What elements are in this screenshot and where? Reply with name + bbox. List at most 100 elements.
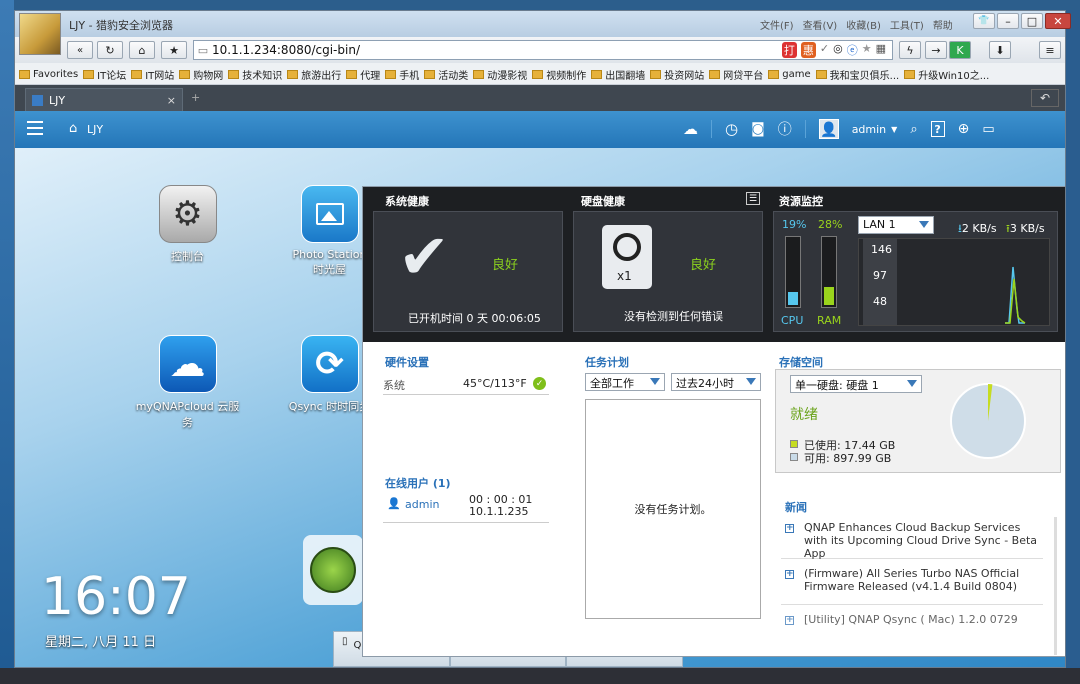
deal-icon[interactable]: 惠 (800, 42, 816, 58)
bookmark-item[interactable]: 视频制作 (532, 67, 586, 82)
system-health-status: 良好 (492, 258, 519, 273)
home-icon[interactable]: ⌂ (129, 41, 155, 59)
safe-icon[interactable]: ◎ (833, 42, 843, 58)
address-bar[interactable]: ▭ 10.1.1.234:8080/cgi-bin/ 打 惠 ✓ ◎ ⓔ ★ ▦ (193, 40, 893, 60)
cloud-icon[interactable]: ☁ (683, 120, 698, 138)
undo-tab-icon[interactable]: ↶ (1031, 89, 1059, 107)
main-menu-icon[interactable] (27, 121, 43, 135)
desktop-icon-myqnapcloud[interactable]: ☁ myQNAPcloud 云服 务 (125, 335, 250, 430)
bookmark-star-icon[interactable]: ★ (161, 41, 187, 59)
tab-ljy[interactable]: LJY × (25, 88, 183, 111)
chevron-down-icon[interactable]: ▼ (891, 125, 897, 134)
gauge-widget-icon[interactable] (303, 535, 363, 605)
shop-icon[interactable]: 打 (781, 42, 797, 58)
uptime-text: 已开机时间 0 天 00:06:05 (408, 312, 541, 325)
bookmark-item[interactable]: IT网站 (131, 67, 174, 82)
profile-avatar[interactable] (19, 13, 61, 55)
disk-message: 没有检测到任何错误 (624, 310, 723, 323)
bookmark-label: 网贷平台 (723, 71, 764, 82)
task-filter-time[interactable]: 过去24小时 (671, 373, 761, 391)
minimize-icon[interactable]: – (997, 13, 1019, 29)
online-user-row[interactable]: 👤 admin 00 : 00 : 01 10.1.1.235 (383, 493, 549, 523)
news-item[interactable]: + QNAP Enhances Cloud Backup Services wi… (781, 519, 1043, 560)
task-filter-type[interactable]: 全部工作 (585, 373, 665, 391)
go-icon[interactable]: → (925, 41, 947, 59)
hardware-temp: 45°C/113°F (463, 377, 527, 390)
bookmark-item[interactable]: 旅游出行 (287, 67, 341, 82)
menu-view[interactable]: 查看(V) (803, 17, 838, 32)
expand-icon[interactable]: + (785, 570, 794, 579)
skin-icon[interactable]: 👕 (973, 13, 995, 29)
chevron-down-icon (907, 380, 917, 387)
storage-box: 单一硬盘: 硬盘 1 就绪 已使用: 17.44 GB 可用: 897.99 G… (775, 369, 1061, 473)
bookmark-item[interactable]: 出国翻墙 (591, 67, 645, 82)
bookmark-item[interactable]: 我和宝贝俱乐... (815, 67, 899, 82)
user-avatar-icon[interactable]: 👤 (818, 119, 839, 139)
folder-icon (815, 70, 827, 79)
check-icon[interactable]: ✓ (820, 42, 829, 58)
new-tab-icon[interactable]: + (191, 91, 200, 104)
search-icon[interactable]: ⌕ (910, 122, 917, 137)
bookmark-item[interactable]: 代理 (346, 67, 380, 82)
download-icon[interactable]: ⬇ (989, 41, 1011, 59)
bookmarks-bar: Favorites IT论坛 IT网站 购物网 技术知识 旅游出行 代理 手机 活动类 动漫影视 视… (15, 63, 1065, 85)
tasks-icon[interactable]: ◷ (725, 120, 738, 138)
tab-close-icon[interactable]: × (167, 94, 176, 107)
help-icon[interactable]: ? (930, 121, 945, 137)
window-title: LJY - 猎豹安全浏览器 (69, 19, 174, 32)
devices-icon[interactable]: ◙ (751, 121, 765, 137)
lan-select[interactable]: LAN 1 (858, 216, 934, 234)
refresh-icon[interactable]: ↻ (97, 41, 123, 59)
user-name[interactable]: admin (852, 123, 886, 136)
maximize-icon[interactable]: □ (1021, 13, 1043, 29)
tab-favicon (32, 94, 43, 106)
language-icon[interactable]: ⊕ (958, 121, 970, 137)
hardware-row[interactable]: 系统 45°C/113°F ✓ (383, 375, 549, 395)
bookmark-item[interactable]: 手机 (385, 67, 419, 82)
bookmark-item[interactable]: 活动类 (424, 67, 468, 82)
address-url[interactable]: 10.1.1.234:8080/cgi-bin/ (212, 43, 360, 57)
folder-icon (904, 70, 916, 79)
disk-health-card[interactable]: x1 良好 没有检测到任何错误 (573, 211, 763, 332)
bookmark-item[interactable]: 技术知识 (228, 67, 282, 82)
bookmark-item[interactable]: 购物网 (179, 67, 223, 82)
bookmark-item[interactable]: 动漫影视 (473, 67, 527, 82)
chevron-down-icon (919, 221, 929, 228)
qnap-topbar: ⌂ LJY ☁ ◷ ◙ ⓘ 👤 admin ▼ ⌕ ? ⊕ ▭ (15, 111, 1065, 148)
browser-menu-icon[interactable]: ≡ (1039, 41, 1061, 59)
ie-mode-icon[interactable]: ⓔ (847, 42, 858, 58)
bookmark-item[interactable]: 网贷平台 (709, 67, 763, 82)
qr-icon[interactable]: ▦ (876, 42, 886, 58)
storage-select[interactable]: 单一硬盘: 硬盘 1 (790, 375, 922, 393)
download-rate: ⭳2 KB/s (958, 222, 997, 235)
news-item[interactable]: + [Utility] QNAP Qsync ( Mac) 1.2.0 0729 (781, 611, 1043, 651)
lightning-icon[interactable]: ϟ (899, 41, 921, 59)
list-icon[interactable]: ☰ (746, 192, 760, 205)
storage-status: 就绪 (790, 407, 818, 423)
bookmark-item[interactable]: IT论坛 (83, 67, 126, 82)
system-health-card[interactable]: ✔ 良好 已开机时间 0 天 00:06:05 (373, 211, 563, 332)
close-icon[interactable]: ✕ (1045, 13, 1071, 29)
desktop-icon-control-panel[interactable]: ⚙ 控制台 (125, 185, 250, 264)
expand-icon[interactable]: + (785, 616, 794, 625)
bookmark-item[interactable]: game (768, 67, 811, 82)
news-item[interactable]: + (Firmware) All Series Turbo NAS Offici… (781, 565, 1043, 605)
folder-icon (179, 70, 191, 79)
expand-icon[interactable]: + (785, 524, 794, 533)
news-text: (Firmware) All Series Turbo NAS Official… (804, 567, 1020, 593)
info-icon[interactable]: ⓘ (778, 119, 792, 139)
resource-monitor-card[interactable]: 19% 28% CPU RAM LAN 1 ⭳2 KB/s ⭱3 KB/s 14… (773, 211, 1058, 332)
desktop-icon[interactable]: ▭ (982, 122, 994, 137)
menu-tools[interactable]: 工具(T) (890, 17, 924, 32)
back-icon[interactable]: « (67, 41, 93, 59)
bookmark-item[interactable]: 投资网站 (650, 67, 704, 82)
bookmark-item[interactable]: 升级Win10之... (904, 67, 989, 82)
menu-help[interactable]: 帮助 (933, 17, 953, 32)
bookmark-item[interactable]: Favorites (19, 67, 78, 82)
home-icon[interactable]: ⌂ (69, 121, 77, 136)
menu-favorites[interactable]: 收藏(B) (846, 17, 881, 32)
menu-file[interactable]: 文件(F) (760, 17, 794, 32)
favorite-icon[interactable]: ★ (862, 42, 872, 58)
extension-k-icon[interactable]: K (949, 41, 971, 59)
qnap-right-tools: ☁ ◷ ◙ ⓘ 👤 admin ▼ ⌕ ? ⊕ ▭ (683, 119, 995, 139)
